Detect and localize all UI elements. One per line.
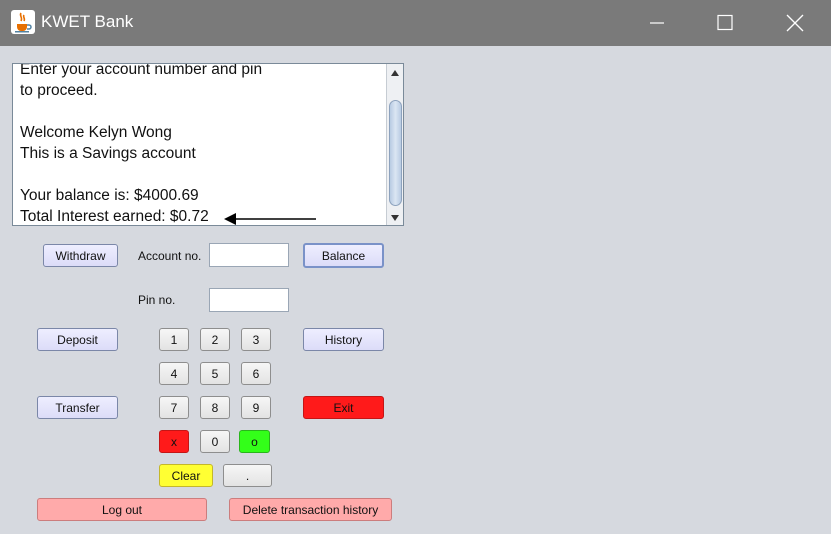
output-line: This is a Savings account [20, 145, 196, 162]
keypad-9-button[interactable]: 9 [241, 396, 271, 419]
keypad-6-button[interactable]: 6 [241, 362, 271, 385]
balance-button[interactable]: Balance [303, 243, 384, 268]
maximize-icon [717, 14, 733, 31]
scroll-up-button[interactable] [387, 65, 403, 79]
transfer-button[interactable]: Transfer [37, 396, 118, 419]
output-text-area[interactable]: Enter your account number and pin to pro… [12, 63, 404, 226]
scroll-thumb[interactable] [389, 100, 402, 206]
minimize-icon [650, 22, 664, 24]
close-button[interactable] [772, 0, 818, 46]
output-line: Your balance is: $4000.69 [20, 187, 199, 204]
delete-history-button[interactable]: Delete transaction history [229, 498, 392, 521]
scroll-down-arrow-icon [391, 215, 399, 221]
vertical-scrollbar[interactable] [386, 64, 403, 225]
exit-button[interactable]: Exit [303, 396, 384, 419]
scroll-up-arrow-icon [391, 70, 399, 76]
window-title: KWET Bank [41, 12, 134, 31]
account-number-label: Account no. [138, 249, 202, 263]
output-line: Welcome Kelyn Wong [20, 124, 172, 141]
pin-number-label: Pin no. [138, 293, 176, 307]
keypad-ok-button[interactable]: o [239, 430, 270, 453]
keypad-8-button[interactable]: 8 [200, 396, 230, 419]
logout-button[interactable]: Log out [37, 498, 207, 521]
java-cup-icon [11, 10, 35, 34]
keypad-2-button[interactable]: 2 [200, 328, 230, 351]
minimize-button[interactable] [634, 0, 680, 46]
withdraw-button[interactable]: Withdraw [43, 244, 118, 267]
keypad-0-button[interactable]: 0 [200, 430, 230, 453]
keypad-3-button[interactable]: 3 [241, 328, 271, 351]
client-area: Enter your account number and pin to pro… [0, 46, 831, 534]
keypad-4-button[interactable]: 4 [159, 362, 189, 385]
keypad-7-button[interactable]: 7 [159, 396, 189, 419]
output-line: Total Interest earned: $0.72 [20, 208, 209, 225]
output-line: to proceed. [20, 82, 98, 99]
pin-number-field[interactable] [209, 288, 289, 312]
output-line: Enter your account number and pin [20, 63, 263, 78]
keypad-dot-button[interactable]: . [223, 464, 272, 487]
keypad-clear-button[interactable]: Clear [159, 464, 213, 487]
keypad-5-button[interactable]: 5 [200, 362, 230, 385]
maximize-button[interactable] [702, 0, 748, 46]
deposit-button[interactable]: Deposit [37, 328, 118, 351]
account-number-field[interactable] [209, 243, 289, 267]
history-button[interactable]: History [303, 328, 384, 351]
keypad-cancel-button[interactable]: x [159, 430, 189, 453]
scroll-down-button[interactable] [387, 210, 403, 224]
close-icon [786, 14, 804, 32]
title-bar: KWET Bank [0, 0, 831, 46]
arrow-annotation-icon [224, 213, 316, 225]
keypad-1-button[interactable]: 1 [159, 328, 189, 351]
